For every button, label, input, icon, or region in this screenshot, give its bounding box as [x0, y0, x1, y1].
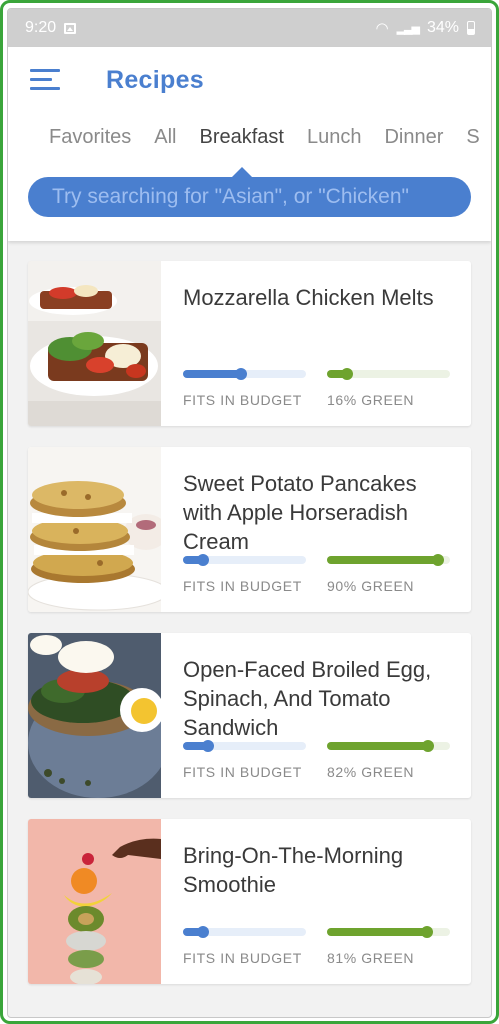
green-meter: 81% GREEN [327, 926, 450, 966]
page-title: Recipes [106, 65, 204, 94]
budget-label: FITS IN BUDGET [183, 392, 302, 408]
battery-percent: 34% [426, 19, 459, 36]
recipe-image [28, 261, 161, 426]
green-bar [327, 554, 450, 566]
recipe-list: Mozzarella Chicken Melts FITS IN BUDGET … [8, 241, 491, 984]
green-label: 16% GREEN [327, 392, 415, 408]
recipe-title: Open-Faced Broiled Egg, Spinach, And Tom… [183, 657, 432, 740]
budget-bar [183, 740, 306, 752]
green-bar [327, 926, 450, 938]
wifi-icon: ◠ [375, 20, 389, 37]
recipe-title: Mozzarella Chicken Melts [183, 285, 434, 310]
budget-meter: FITS IN BUDGET [183, 368, 306, 408]
budget-label: FITS IN BUDGET [183, 764, 302, 780]
green-label: 90% GREEN [327, 578, 415, 594]
budget-bar [183, 554, 306, 566]
budget-meter: FITS IN BUDGET [183, 554, 306, 594]
recipe-title: Sweet Potato Pancakes with Apple Horsera… [183, 471, 417, 554]
app-screen: 9:20 ◠ ▂▃▅ 34% Recipes Favorites All Bre… [7, 8, 492, 1018]
tab-favorites[interactable]: Favorites [49, 126, 131, 149]
top-app-bar: Recipes [8, 47, 491, 113]
search-placeholder: Try searching for "Asian", or "Chicken" [52, 185, 409, 208]
tab-all[interactable]: All [154, 126, 176, 149]
search-bar[interactable]: Try searching for "Asian", or "Chicken" [28, 167, 471, 217]
budget-bar [183, 926, 306, 938]
recipe-image [28, 819, 161, 984]
green-label: 82% GREEN [327, 764, 415, 780]
budget-label: FITS IN BUDGET [183, 950, 302, 966]
recipe-card[interactable]: Open-Faced Broiled Egg, Spinach, And Tom… [28, 633, 471, 798]
battery-icon [467, 21, 475, 35]
green-bar [327, 368, 450, 380]
tab-lunch[interactable]: Lunch [307, 126, 362, 149]
hamburger-menu-icon[interactable] [30, 69, 60, 91]
recipe-card[interactable]: Sweet Potato Pancakes with Apple Horsera… [28, 447, 471, 612]
recipe-card[interactable]: Bring-On-The-Morning Smoothie FITS IN BU… [28, 819, 471, 984]
budget-label: FITS IN BUDGET [183, 578, 302, 594]
status-time: 9:20 [25, 19, 57, 36]
signal-icon: ▂▃▅ [396, 22, 420, 35]
category-tabs: Favorites All Breakfast Lunch Dinner S [8, 113, 491, 161]
recipe-title: Bring-On-The-Morning Smoothie [183, 843, 404, 897]
search-pointer [231, 167, 253, 178]
recipe-card[interactable]: Mozzarella Chicken Melts FITS IN BUDGET … [28, 261, 471, 426]
search-input[interactable]: Try searching for "Asian", or "Chicken" [28, 177, 471, 217]
green-meter: 16% GREEN [327, 368, 450, 408]
budget-meter: FITS IN BUDGET [183, 926, 306, 966]
app-header: Recipes Favorites All Breakfast Lunch Di… [8, 47, 491, 241]
budget-meter: FITS IN BUDGET [183, 740, 306, 780]
recipe-image [28, 447, 161, 612]
tab-dinner[interactable]: Dinner [384, 126, 443, 149]
green-meter: 82% GREEN [327, 740, 450, 780]
tab-partial[interactable]: S [466, 126, 479, 149]
green-bar [327, 740, 450, 752]
green-label: 81% GREEN [327, 950, 415, 966]
tab-breakfast[interactable]: Breakfast [199, 126, 283, 149]
image-notification-icon [64, 22, 77, 34]
green-meter: 90% GREEN [327, 554, 450, 594]
recipe-image [28, 633, 161, 798]
budget-bar [183, 368, 306, 380]
status-bar: 9:20 ◠ ▂▃▅ 34% [8, 9, 491, 47]
